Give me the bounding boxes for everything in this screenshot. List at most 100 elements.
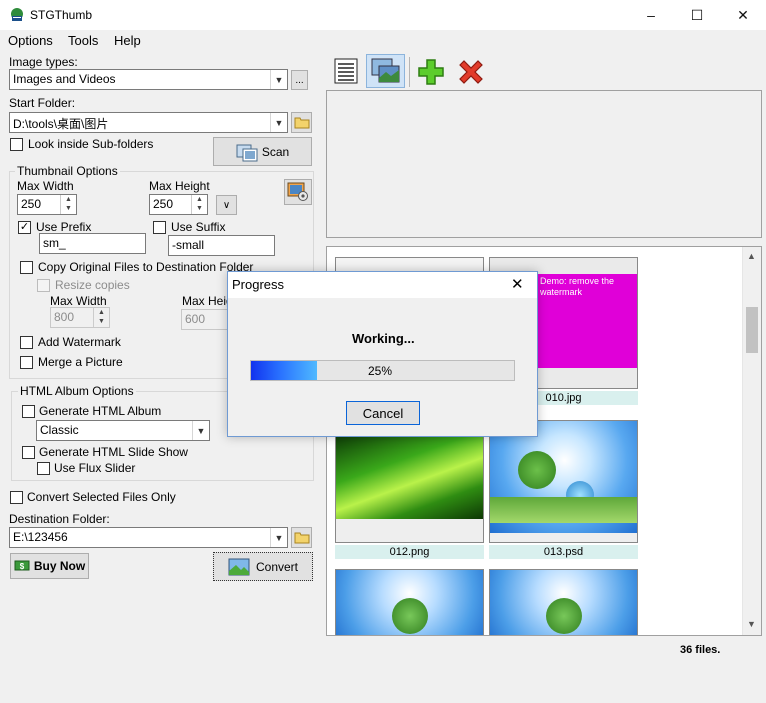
progress-dialog: Progress ✕ Working... 25% Cancel xyxy=(227,271,538,437)
scan-label: Scan xyxy=(261,144,290,159)
convert-selected-checkbox[interactable] xyxy=(10,491,23,504)
album-style-value: Classic xyxy=(40,423,79,437)
copy-max-height-label: Max Heig xyxy=(182,294,233,308)
delete-x-icon xyxy=(459,60,483,84)
chevron-down-icon: ∨ xyxy=(222,199,231,211)
chevron-down-icon: ▼ xyxy=(270,113,287,132)
thumbnail-image[interactable] xyxy=(335,569,484,635)
image-settings-icon xyxy=(287,182,308,201)
list-view-button[interactable] xyxy=(330,55,362,87)
max-width-input[interactable]: 250 ▲ ▼ xyxy=(17,194,77,215)
convert-button[interactable]: Convert xyxy=(213,552,313,581)
add-watermark-label: Add Watermark xyxy=(38,335,121,349)
scroll-thumb[interactable] xyxy=(746,307,758,353)
start-folder-label: Start Folder: xyxy=(9,96,76,110)
list-view-icon xyxy=(334,58,358,84)
progress-percent: 25% xyxy=(368,364,393,378)
chevron-down-icon: ▼ xyxy=(270,70,287,89)
grass-shape xyxy=(490,497,637,523)
toolbar-divider xyxy=(409,57,410,87)
size-presets-button[interactable]: ∨ xyxy=(216,195,237,215)
dialog-title: Progress xyxy=(232,277,285,292)
green-image xyxy=(336,435,483,519)
browse-dest-folder-button[interactable] xyxy=(291,527,312,548)
generate-album-label: Generate HTML Album xyxy=(39,404,162,418)
maximize-button[interactable]: ☐ xyxy=(674,0,720,30)
thumbnail-image[interactable] xyxy=(489,569,638,635)
watermark-text: Demo: remove the watermark xyxy=(540,276,615,297)
minimize-button[interactable]: – xyxy=(628,0,674,30)
generate-slideshow-checkbox[interactable] xyxy=(22,446,35,459)
svg-text:$: $ xyxy=(20,562,25,571)
caption-013: 013.psd xyxy=(489,545,638,559)
maximize-icon: ☐ xyxy=(690,6,704,23)
buy-now-button[interactable]: $ Buy Now xyxy=(10,553,89,579)
use-suffix-checkbox[interactable] xyxy=(153,221,166,234)
copy-max-width-spinner[interactable]: ▲ ▼ xyxy=(93,308,109,327)
spin-down-icon: ▼ xyxy=(196,205,203,212)
close-button[interactable]: ✕ xyxy=(720,0,766,30)
generate-album-checkbox[interactable] xyxy=(22,405,35,418)
suffix-input[interactable]: -small xyxy=(168,235,275,256)
cancel-button[interactable]: Cancel xyxy=(346,401,420,425)
browse-start-folder-button[interactable] xyxy=(291,112,312,133)
use-flux-checkbox[interactable] xyxy=(37,462,50,475)
dest-folder-label: Destination Folder: xyxy=(9,512,110,526)
copy-max-height-input[interactable]: 600 xyxy=(181,309,231,330)
image-types-select[interactable]: Images and Videos ▼ xyxy=(9,69,288,90)
max-height-value: 250 xyxy=(153,197,174,211)
resize-copies-label: Resize copies xyxy=(55,278,130,292)
add-button[interactable] xyxy=(415,56,447,88)
folder-icon xyxy=(294,117,309,129)
start-folder-select[interactable]: D:\tools\桌面\图片 ▼ xyxy=(9,112,288,133)
tree-shape xyxy=(546,598,582,634)
files-count: 36 files. xyxy=(680,644,721,656)
buy-now-label: Buy Now xyxy=(33,559,86,573)
merge-picture-label: Merge a Picture xyxy=(38,355,123,369)
picture-icon xyxy=(228,558,250,575)
remove-button[interactable] xyxy=(455,56,487,88)
menu-help[interactable]: Help xyxy=(114,33,141,48)
image-types-label: Image types: xyxy=(9,55,78,69)
max-height-input[interactable]: 250 ▲ ▼ xyxy=(149,194,208,215)
max-width-spinner[interactable]: ▲ ▼ xyxy=(60,195,76,214)
image-types-more-button[interactable]: ... xyxy=(291,70,308,90)
dest-folder-select[interactable]: E:\123456 ▼ xyxy=(9,527,288,548)
close-icon: ✕ xyxy=(737,6,749,23)
chevron-down-icon: ▼ xyxy=(192,421,209,440)
image-settings-button[interactable] xyxy=(284,179,312,205)
max-height-spinner[interactable]: ▲ ▼ xyxy=(191,195,207,214)
prefix-input[interactable]: sm_ xyxy=(39,233,146,254)
use-flux-label: Use Flux Slider xyxy=(54,461,136,475)
gallery-scrollbar[interactable]: ▲ ▼ xyxy=(742,247,761,635)
copy-max-width-label: Max Width xyxy=(50,294,107,308)
close-icon: ✕ xyxy=(511,276,524,293)
spin-up-icon: ▲ xyxy=(98,309,105,316)
copy-max-width-input[interactable]: 800 ▲ ▼ xyxy=(50,307,110,328)
thumbnail-view-icon xyxy=(371,58,399,83)
scan-icon xyxy=(236,144,258,161)
window-title: STGThumb xyxy=(30,8,93,22)
use-prefix-checkbox[interactable]: ✓ xyxy=(18,221,31,234)
album-style-select[interactable]: Classic ▼ xyxy=(36,420,210,441)
menu-tools[interactable]: Tools xyxy=(68,33,98,48)
thumbnail-013[interactable] xyxy=(489,420,638,543)
merge-picture-checkbox[interactable] xyxy=(20,356,33,369)
convert-selected-label: Convert Selected Files Only xyxy=(27,490,176,504)
add-watermark-checkbox[interactable] xyxy=(20,336,33,349)
preview-pane xyxy=(326,90,762,238)
thumbnail-view-button[interactable] xyxy=(366,54,405,88)
dialog-close-button[interactable]: ✕ xyxy=(511,275,524,293)
thumbnail-012[interactable] xyxy=(335,420,484,543)
menu-options[interactable]: Options xyxy=(8,33,53,48)
look-inside-checkbox[interactable] xyxy=(10,138,23,151)
minimize-icon: – xyxy=(647,7,655,23)
scan-button[interactable]: Scan xyxy=(213,137,312,166)
resize-copies-checkbox[interactable] xyxy=(37,279,50,292)
scroll-up-icon[interactable]: ▲ xyxy=(747,251,756,261)
copy-original-checkbox[interactable] xyxy=(20,261,33,274)
scroll-down-icon[interactable]: ▼ xyxy=(747,619,756,629)
spin-up-icon: ▲ xyxy=(196,196,203,203)
start-folder-value: D:\tools\桌面\图片 xyxy=(13,117,109,131)
spin-down-icon: ▼ xyxy=(98,318,105,325)
